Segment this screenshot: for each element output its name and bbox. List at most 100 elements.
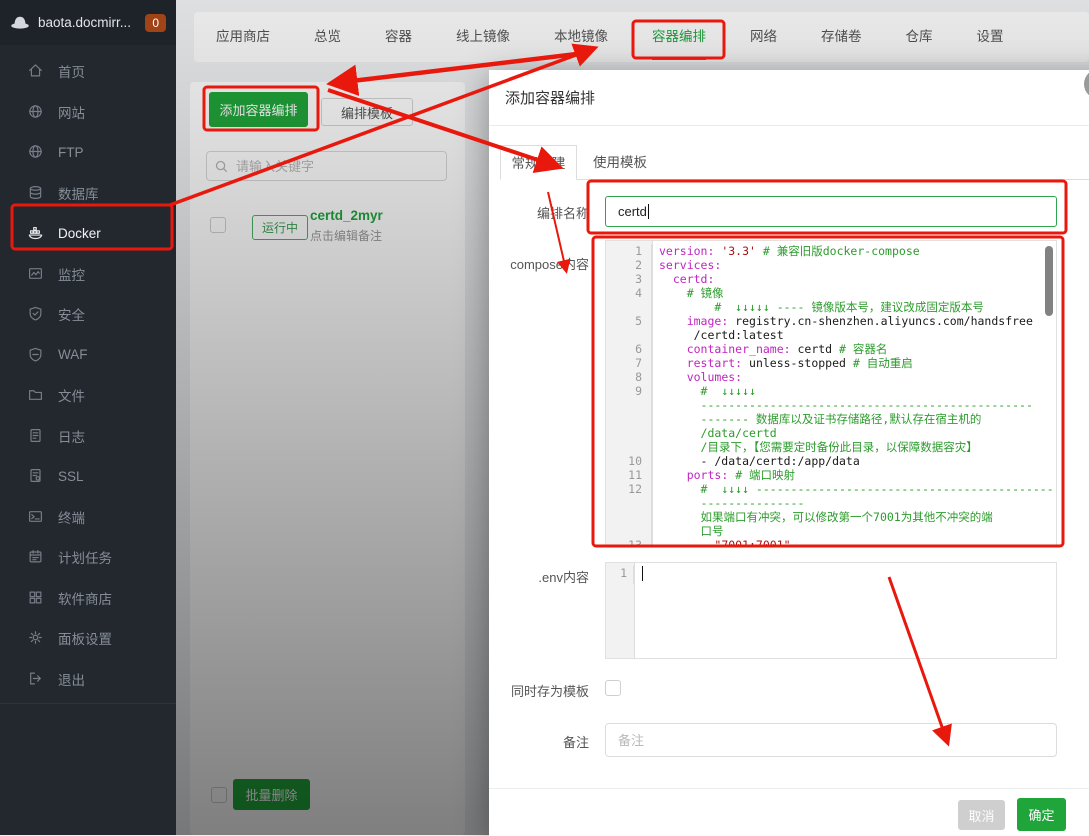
code-line: 11 ports: # 端口映射	[606, 468, 1056, 482]
code-line: # ↓↓↓↓↓ ---- 镜像版本号，建议改成固定版本号	[606, 300, 1056, 314]
modal-tab-create[interactable]: 常规创建	[500, 145, 577, 180]
confirm-button[interactable]: 确定	[1017, 798, 1066, 831]
note-input[interactable]	[605, 723, 1057, 757]
tab-4[interactable]: 线上镜像	[456, 12, 510, 62]
ftp-icon	[28, 144, 44, 160]
tab-1[interactable]: 应用商店	[216, 12, 270, 62]
code-line: 7 restart: unless-stopped # 自动重启	[606, 356, 1056, 370]
modal-footer: 取消 确定	[489, 788, 1089, 836]
sidebar-item-label: FTP	[58, 145, 84, 160]
sidebar-item-label: 首页	[58, 61, 85, 81]
tab-3[interactable]: 容器	[385, 12, 412, 62]
website-icon	[28, 104, 44, 120]
env-label: .env内容	[489, 567, 589, 586]
sidebar-item-files[interactable]: 文件	[0, 375, 176, 416]
sidebar-item-label: 软件商店	[58, 588, 112, 608]
sidebar-item-label: SSL	[58, 469, 84, 484]
sidebar-item-label: WAF	[58, 347, 88, 362]
sidebar-item-security[interactable]: 安全	[0, 294, 176, 335]
scrollbar-thumb[interactable]	[1045, 246, 1053, 316]
env-editor[interactable]: 1	[605, 562, 1057, 659]
sidebar-item-home[interactable]: 首页	[0, 51, 176, 92]
sidebar-item-ftp[interactable]: FTP	[0, 132, 176, 173]
panel-title: baota.docmirr...	[38, 15, 139, 30]
security-icon	[28, 306, 44, 322]
cron-icon	[28, 549, 44, 565]
save-as-template-label: 同时存为模板	[489, 681, 589, 700]
search-icon	[215, 160, 228, 173]
code-line: 2services:	[606, 258, 1056, 272]
docker-top-tabs: 应用商店总览容器线上镜像本地镜像容器编排网络 存储卷 仓库设置	[194, 12, 1089, 62]
tab-2[interactable]: 总览	[314, 12, 341, 62]
docker-icon	[28, 225, 44, 241]
code-line: 10 - /data/certd:/app/data	[606, 454, 1056, 468]
waf-icon	[28, 347, 44, 363]
sidebar-item-terminal[interactable]: 终端	[0, 497, 176, 538]
orchestration-list-panel: 添加容器编排 编排模板 运行中 certd_2myr 点击编辑备注 批量删除	[190, 82, 465, 835]
code-line: 8 volumes:	[606, 370, 1056, 384]
name-label: 编排名称	[489, 203, 589, 222]
sidebar-item-label: Docker	[58, 226, 101, 241]
sidebar-item-label: 网站	[58, 102, 85, 122]
orchestration-row[interactable]: 运行中 certd_2myr 点击编辑备注	[190, 204, 465, 250]
modal-tab-template[interactable]: 使用模板	[577, 145, 663, 180]
tab-9[interactable]: 仓库	[906, 12, 933, 62]
sidebar-item-label: 终端	[58, 507, 85, 527]
note-label: 备注	[489, 732, 589, 751]
row-checkbox[interactable]	[210, 217, 226, 233]
sidebar-item-website[interactable]: 网站	[0, 92, 176, 133]
batch-actions-row: 批量删除	[190, 779, 465, 819]
add-orchestration-button[interactable]: 添加容器编排	[209, 92, 308, 127]
tab-7[interactable]: 网络	[750, 12, 777, 62]
add-orchestration-modal: 添加容器编排 ✕ 常规创建使用模板 编排名称 certd compose内容 1…	[489, 70, 1089, 835]
code-line: 4 # 镜像	[606, 286, 1056, 300]
tab-10[interactable]: 设置	[977, 12, 1004, 62]
text-caret	[642, 566, 643, 581]
sidebar-item-monitor[interactable]: 监控	[0, 254, 176, 295]
orchestration-name-input[interactable]: certd	[605, 196, 1057, 227]
sidebar-item-appstore[interactable]: 软件商店	[0, 578, 176, 619]
home-icon	[28, 63, 44, 79]
edit-note-link[interactable]: 点击编辑备注	[310, 227, 382, 244]
sidebar-item-settings[interactable]: 面板设置	[0, 618, 176, 659]
tab-8[interactable]: 存储卷	[821, 12, 862, 62]
sidebar-item-ssl[interactable]: SSL	[0, 456, 176, 497]
logo-row[interactable]: baota.docmirr... 0	[0, 0, 176, 45]
sidebar-item-label: 退出	[58, 669, 85, 689]
terminal-icon	[28, 509, 44, 525]
code-line: /目录下，【您需要定时备份此目录，以保障数据容灾】	[606, 440, 1056, 454]
modal-header: 添加容器编排	[489, 70, 1089, 126]
sidebar-item-logs[interactable]: 日志	[0, 416, 176, 457]
code-line: 6 container_name: certd # 容器名	[606, 342, 1056, 356]
sidebar-item-logout[interactable]: 退出	[0, 659, 176, 705]
sidebar-item-cron[interactable]: 计划任务	[0, 537, 176, 578]
tab-5[interactable]: 本地镜像	[554, 12, 608, 62]
code-line: 3 certd:	[606, 272, 1056, 286]
sidebar-item-database[interactable]: 数据库	[0, 173, 176, 214]
batch-delete-button[interactable]: 批量删除	[233, 779, 310, 810]
code-line: ----------------------------------------…	[606, 398, 1056, 412]
compose-editor[interactable]: 1version: '3.3' # 兼容旧版docker-compose2ser…	[605, 240, 1057, 546]
status-badge: 运行中	[252, 215, 308, 240]
orchestration-name-link[interactable]: certd_2myr	[310, 208, 383, 223]
search-box	[206, 151, 447, 181]
sidebar-item-docker[interactable]: Docker	[0, 213, 176, 254]
sidebar-item-label: 日志	[58, 426, 85, 446]
code-line: /certd:latest	[606, 328, 1056, 342]
sidebar-item-label: 计划任务	[58, 547, 112, 567]
cancel-button[interactable]: 取消	[958, 800, 1005, 830]
code-line: 如果端口有冲突，可以修改第一个7001为其他不冲突的端	[606, 510, 1056, 524]
sidebar-item-waf[interactable]: WAF	[0, 335, 176, 376]
notification-badge[interactable]: 0	[145, 14, 166, 32]
save-as-template-checkbox[interactable]	[605, 680, 621, 696]
database-icon	[28, 185, 44, 201]
monitor-icon	[28, 266, 44, 282]
orchestration-template-button[interactable]: 编排模板	[321, 98, 413, 126]
tab-6[interactable]: 容器编排	[652, 12, 706, 62]
modal-title: 添加容器编排	[505, 87, 595, 108]
sidebar-item-label: 文件	[58, 385, 85, 405]
logs-icon	[28, 428, 44, 444]
search-input[interactable]	[234, 158, 438, 175]
settings-icon	[28, 630, 44, 646]
select-all-checkbox[interactable]	[211, 787, 227, 803]
